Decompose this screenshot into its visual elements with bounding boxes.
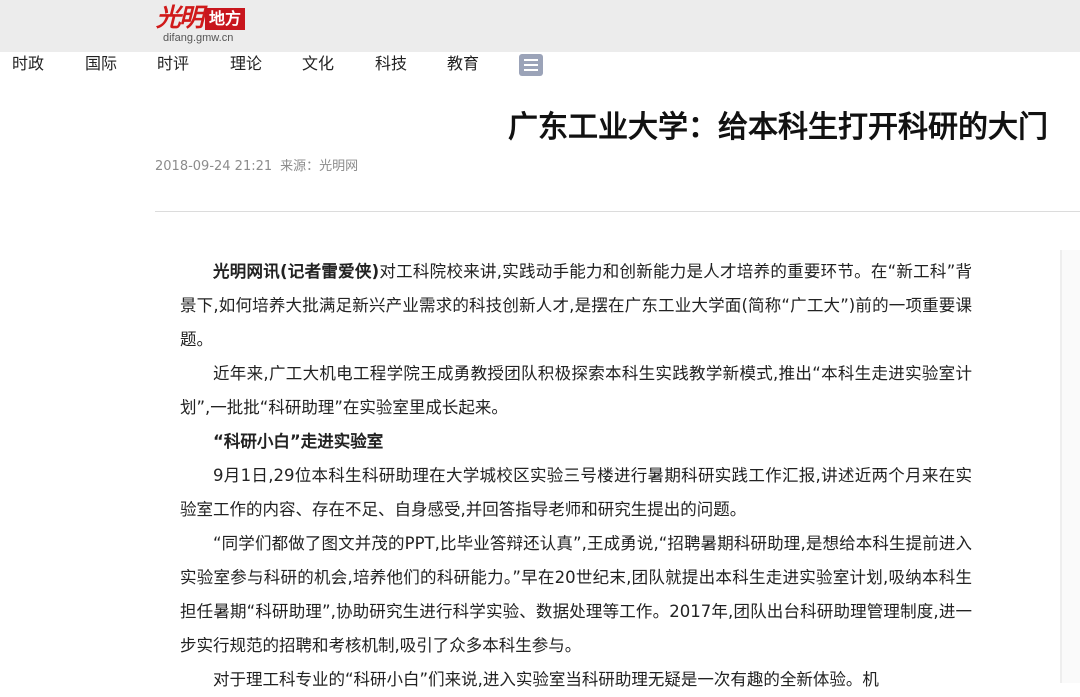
article-source: 来源：光明网 [280, 159, 359, 174]
list-menu-icon[interactable] [519, 54, 543, 76]
publish-date: 2018-09-24 21:21 [155, 159, 273, 174]
right-sidebar-edge [1060, 250, 1080, 683]
nav-item-keji[interactable]: 科技 [375, 53, 407, 75]
logo-url: difang.gmw.cn [163, 32, 234, 44]
nav-item-wenhua[interactable]: 文化 [302, 53, 334, 75]
paragraph-5: 对于理工科专业的“科研小白”们来说,进入实验室当科研助理无疑是一次有趣的全新体验… [213, 670, 879, 689]
site-logo[interactable]: 光明 地方 difang.gmw.cn [156, 3, 256, 47]
paragraph-3: 9月1日,29位本科生科研助理在大学城校区实验三号楼进行暑期科研实践工作汇报,讲… [180, 466, 972, 519]
paragraph-4: “同学们都做了图文并茂的PPT,比毕业答辩还认真”,王成勇说,“招聘暑期科研助理… [180, 534, 972, 655]
article-meta: 2018-09-24 21:21 来源：光明网 [155, 157, 366, 177]
paragraph-1: 光明网讯(记者雷爱侠)对工科院校来讲,实践动手能力和创新能力是人才培养的重要环节… [180, 255, 972, 357]
title-divider [155, 211, 1080, 212]
logo-region-badge: 地方 [205, 8, 246, 30]
article-title: 广东工业大学：给本科生打开科研的大门 [508, 110, 1048, 145]
top-header-bar: 光明 地方 difang.gmw.cn [0, 0, 1080, 52]
nav-item-shizheng[interactable]: 时政 [12, 53, 44, 75]
channel-nav: 时政 国际 时评 理论 文化 科技 教育 [0, 52, 1080, 76]
nav-item-jiaoyu[interactable]: 教育 [447, 53, 479, 75]
article-body: 光明网讯(记者雷爱侠)对工科院校来讲,实践动手能力和创新能力是人才培养的重要环节… [180, 255, 972, 697]
subheading: “科研小白”走进实验室 [213, 432, 384, 451]
lead-byline: 光明网讯(记者雷爱侠) [213, 262, 380, 281]
nav-item-guoji[interactable]: 国际 [85, 53, 117, 75]
nav-item-shiping[interactable]: 时评 [157, 53, 189, 75]
paragraph-2: 近年来,广工大机电工程学院王成勇教授团队积极探索本科生实践教学新模式,推出“本科… [180, 364, 972, 417]
logo-script-text: 光明 [156, 3, 204, 32]
nav-item-lilun[interactable]: 理论 [230, 53, 262, 75]
